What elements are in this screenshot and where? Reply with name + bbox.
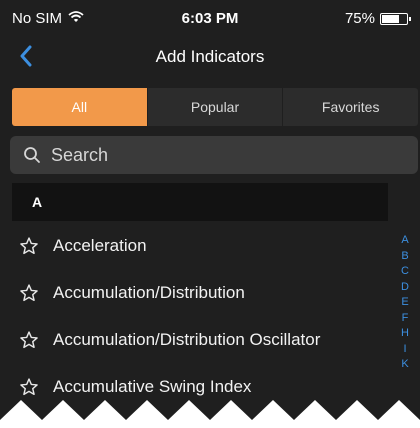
battery-icon	[380, 12, 411, 25]
list-item[interactable]: Accumulation/Distribution Oscillator	[0, 316, 400, 363]
tab-favorites[interactable]: Favorites	[282, 88, 418, 126]
index-letter[interactable]: K	[401, 357, 408, 373]
indicator-name: Accumulation/Distribution	[53, 282, 245, 302]
indicator-name: Accumulation/Distribution Oscillator	[53, 329, 321, 349]
status-right: 75%	[344, 10, 411, 27]
star-outline-icon[interactable]	[18, 329, 40, 351]
index-letter[interactable]: I	[403, 342, 406, 358]
search-icon	[23, 146, 41, 164]
search-input[interactable]	[49, 143, 403, 167]
nav-bar: Add Indicators	[0, 34, 420, 80]
indicator-name: Accumulative Swing Index	[53, 376, 252, 396]
index-letter[interactable]: C	[401, 264, 409, 280]
indicator-list: Acceleration Accumulation/Distribution A…	[0, 222, 400, 410]
filter-tabs: All Popular Favorites	[12, 88, 418, 126]
indicator-name: Acceleration	[53, 235, 147, 255]
list-item[interactable]: Accumulation/Distribution	[0, 269, 400, 316]
index-letter[interactable]: A	[401, 233, 408, 249]
torn-edge	[0, 400, 420, 428]
section-header: A	[12, 183, 388, 221]
search-bar[interactable]	[10, 136, 418, 174]
page-title: Add Indicators	[155, 47, 265, 66]
tab-popular[interactable]: Popular	[146, 88, 283, 126]
alphabet-index[interactable]: A B C D E F H I K	[398, 233, 412, 373]
index-letter[interactable]: D	[401, 280, 409, 296]
index-letter[interactable]: F	[402, 311, 409, 327]
section-letter: A	[32, 194, 43, 210]
status-bar: No SIM 6:03 PM 75%	[0, 0, 420, 34]
star-outline-icon[interactable]	[18, 235, 40, 257]
battery-percent: 75%	[344, 10, 375, 27]
index-letter[interactable]: E	[401, 295, 408, 311]
tab-all[interactable]: All	[12, 88, 147, 126]
index-letter[interactable]: B	[401, 249, 408, 265]
star-outline-icon[interactable]	[18, 282, 40, 304]
star-outline-icon[interactable]	[18, 376, 40, 398]
list-item[interactable]: Acceleration	[0, 222, 400, 269]
index-letter[interactable]: H	[401, 326, 409, 342]
